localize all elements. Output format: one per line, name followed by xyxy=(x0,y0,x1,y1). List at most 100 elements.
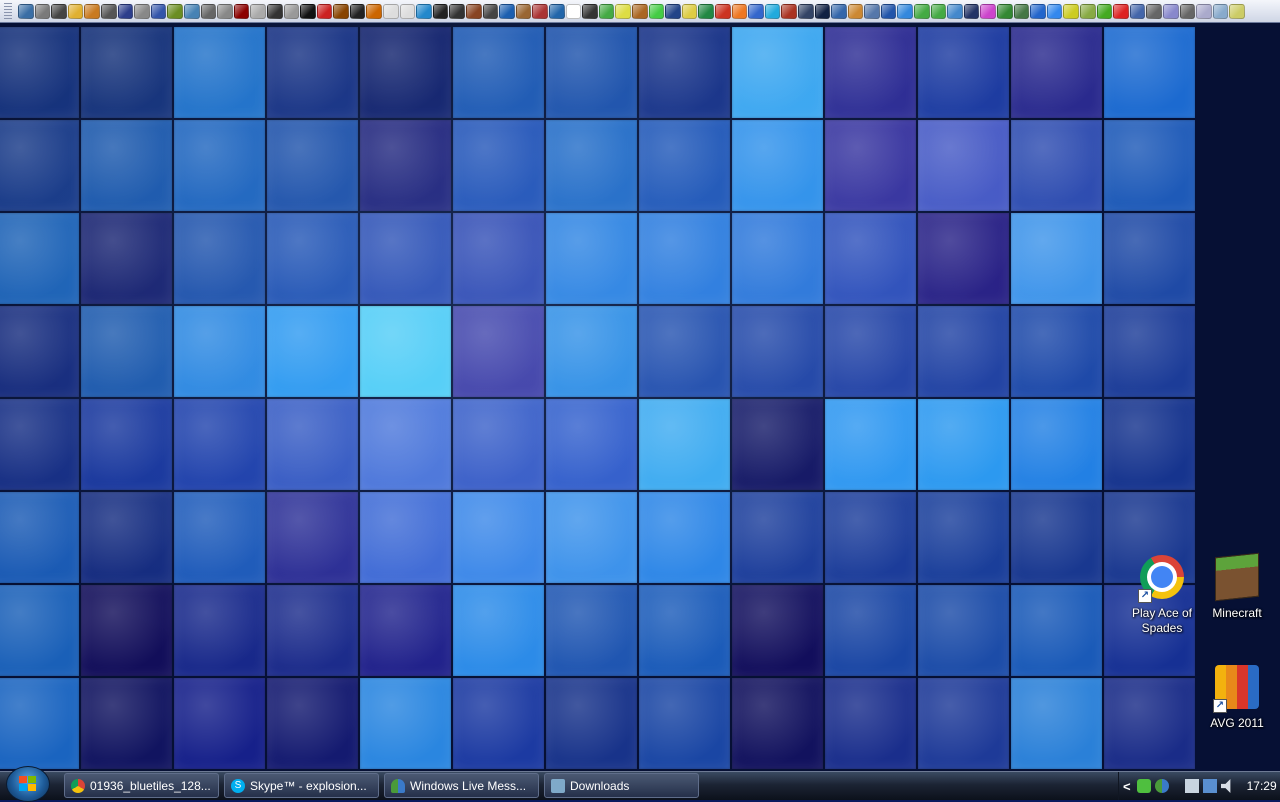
quick-launch-app-icon[interactable] xyxy=(914,3,930,19)
quick-launch-app-icon[interactable] xyxy=(18,3,34,19)
quick-launch-app-icon[interactable] xyxy=(1080,3,1096,19)
quick-launch-app-icon[interactable] xyxy=(598,3,615,19)
taskbar-button-chrome[interactable]: 01936_bluetiles_128... xyxy=(64,773,219,798)
quick-launch-app-icon[interactable] xyxy=(1146,3,1162,19)
system-tray: < 17:29 xyxy=(1118,772,1280,800)
taskbar-button-skype[interactable]: S Skype™ - explosion... xyxy=(224,773,379,798)
quick-launch-app-icon[interactable] xyxy=(449,3,466,19)
quick-launch-app-icon[interactable] xyxy=(333,3,349,19)
quick-launch-app-icon[interactable] xyxy=(814,3,831,19)
quick-launch-app-icon[interactable] xyxy=(217,3,233,19)
quick-launch-app-icon[interactable] xyxy=(266,3,283,19)
quick-launch-app-icon[interactable] xyxy=(100,3,117,19)
quick-launch-app-icon[interactable] xyxy=(615,3,631,19)
chrome-icon: ↗ xyxy=(1138,555,1186,603)
desktop-icon-play-ace-of-spades[interactable]: ↗ Play Ace of Spades xyxy=(1123,553,1201,636)
quick-launch-app-icon[interactable] xyxy=(67,3,84,19)
quick-launch-app-icon[interactable] xyxy=(432,3,449,19)
wallpaper-tile xyxy=(546,399,637,490)
quick-launch-app-icon[interactable] xyxy=(947,3,963,19)
quick-launch-app-icon[interactable] xyxy=(963,3,980,19)
quick-launch-app-icon[interactable] xyxy=(714,3,731,19)
show-hidden-icons-chevron-icon[interactable]: < xyxy=(1123,779,1131,794)
quick-launch-app-icon[interactable] xyxy=(34,3,51,19)
quick-launch-app-icon[interactable] xyxy=(864,3,880,19)
quick-launch-app-icon[interactable] xyxy=(698,3,714,19)
quick-launch-app-icon[interactable] xyxy=(764,3,781,19)
desktop-icon-minecraft[interactable]: Minecraft xyxy=(1198,552,1276,621)
quick-launch-app-icon[interactable] xyxy=(51,3,67,19)
wallpaper-tile xyxy=(546,306,637,397)
quick-launch-app-icon[interactable] xyxy=(797,3,814,19)
quick-launch-app-icon[interactable] xyxy=(515,3,532,19)
quick-launch-app-icon[interactable] xyxy=(250,3,266,19)
quick-launch-app-icon[interactable] xyxy=(831,3,847,19)
quick-launch-app-icon[interactable] xyxy=(466,3,482,19)
quick-launch-app-icon[interactable] xyxy=(200,3,217,19)
desktop-icon-avg-2011[interactable]: ↗ AVG 2011 xyxy=(1198,663,1276,731)
quick-launch-app-icon[interactable] xyxy=(930,3,947,19)
quick-launch-app-icon[interactable] xyxy=(1030,3,1046,19)
quick-launch-app-icon[interactable] xyxy=(482,3,499,19)
quick-launch-app-icon[interactable] xyxy=(1162,3,1179,19)
quick-launch-app-icon[interactable] xyxy=(1046,3,1063,19)
quick-launch-app-icon[interactable] xyxy=(582,3,598,19)
quick-launch-app-icon[interactable] xyxy=(1063,3,1079,19)
quick-launch-app-icon[interactable] xyxy=(399,3,416,19)
quick-launch-app-icon[interactable] xyxy=(847,3,864,19)
quick-launch-app-icon[interactable] xyxy=(549,3,565,19)
quick-launch-app-icon[interactable] xyxy=(1229,3,1245,19)
wallpaper-tile xyxy=(546,585,637,676)
avg-tray-icon[interactable] xyxy=(1136,779,1151,793)
quick-launch-app-icon[interactable] xyxy=(1212,3,1229,19)
usb-icon[interactable] xyxy=(1184,779,1199,793)
quick-launch-app-icon[interactable] xyxy=(283,3,300,19)
quick-launch-app-icon[interactable] xyxy=(1179,3,1196,19)
wallpaper-tile xyxy=(732,678,823,769)
toolbar-grip[interactable] xyxy=(4,2,12,20)
quick-launch-app-icon[interactable] xyxy=(1096,3,1113,19)
start-button[interactable] xyxy=(6,766,50,802)
clock[interactable]: 17:29 xyxy=(1247,779,1277,793)
taskbar-button-messenger[interactable]: Windows Live Mess... xyxy=(384,773,539,798)
quick-launch-app-icon[interactable] xyxy=(781,3,797,19)
quick-launch-app-icon[interactable] xyxy=(1013,3,1030,19)
quick-launch-app-icon[interactable] xyxy=(880,3,897,19)
volume-icon[interactable] xyxy=(1220,779,1231,793)
quick-launch-app-icon[interactable] xyxy=(183,3,200,19)
quick-launch-app-icon[interactable] xyxy=(416,3,432,19)
quick-launch-app-icon[interactable] xyxy=(300,3,316,19)
quick-launch-app-icon[interactable] xyxy=(1196,3,1212,19)
quick-launch-app-icon[interactable] xyxy=(366,3,383,19)
quick-launch-app-icon[interactable] xyxy=(665,3,681,19)
taskbar-button-downloads[interactable]: Downloads xyxy=(544,773,699,798)
quick-launch-app-icon[interactable] xyxy=(349,3,366,19)
quick-launch-app-icon[interactable] xyxy=(167,3,183,19)
quick-launch-app-icon[interactable] xyxy=(532,3,548,19)
quick-launch-app-icon[interactable] xyxy=(681,3,698,19)
taskbar-button-label: Downloads xyxy=(570,778,630,793)
quick-launch-app-icon[interactable] xyxy=(499,3,515,19)
quick-launch-app-icon[interactable] xyxy=(980,3,997,19)
quick-launch-app-icon[interactable] xyxy=(1129,3,1146,19)
quick-launch-app-icon[interactable] xyxy=(134,3,150,19)
wallpaper-tile xyxy=(0,120,79,211)
quick-launch-app-icon[interactable] xyxy=(150,3,167,19)
quick-launch-app-icon[interactable] xyxy=(648,3,665,19)
wallpaper-tile xyxy=(360,306,451,397)
quick-launch-app-icon[interactable] xyxy=(84,3,100,19)
quick-launch-app-icon[interactable] xyxy=(631,3,648,19)
quick-launch-app-icon[interactable] xyxy=(233,3,250,19)
quick-launch-app-icon[interactable] xyxy=(1113,3,1129,19)
messenger-tray-icon[interactable] xyxy=(1154,779,1169,793)
wallpaper-tile xyxy=(453,306,544,397)
quick-launch-app-icon[interactable] xyxy=(565,3,582,19)
quick-launch-app-icon[interactable] xyxy=(383,3,399,19)
quick-launch-app-icon[interactable] xyxy=(117,3,134,19)
quick-launch-app-icon[interactable] xyxy=(316,3,333,19)
quick-launch-app-icon[interactable] xyxy=(997,3,1013,19)
network-icon[interactable] xyxy=(1202,779,1217,793)
quick-launch-app-icon[interactable] xyxy=(897,3,914,19)
quick-launch-app-icon[interactable] xyxy=(748,3,764,19)
quick-launch-app-icon[interactable] xyxy=(731,3,748,19)
